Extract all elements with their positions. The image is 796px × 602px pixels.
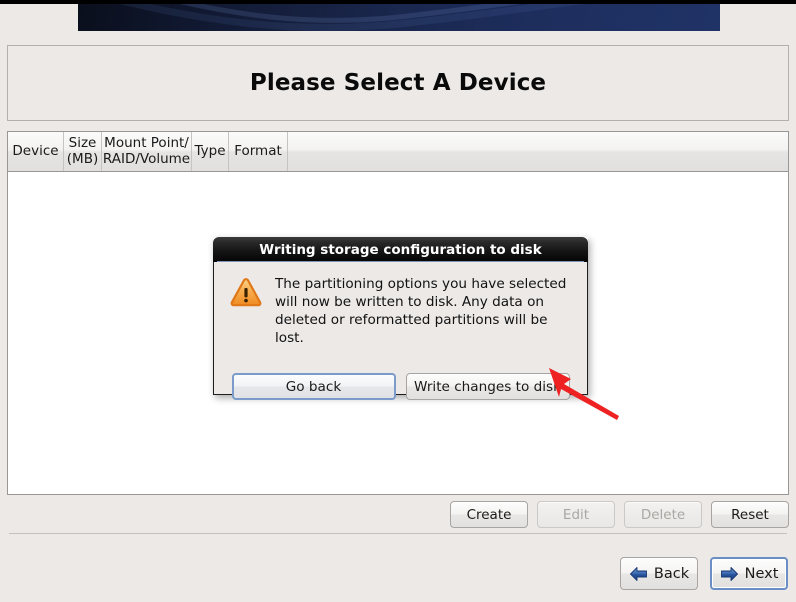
write-changes-to-disk-button[interactable]: Write changes to disk: [405, 373, 570, 400]
create-button[interactable]: Create: [450, 501, 528, 528]
write-changes-dialog: Writing storage configuration to disk Th…: [213, 237, 588, 400]
next-button[interactable]: Next: [710, 557, 788, 590]
page-title-panel: Please Select A Device: [7, 45, 789, 121]
column-header-device[interactable]: Device: [8, 132, 64, 171]
column-header-size[interactable]: Size (MB): [64, 132, 102, 171]
back-button[interactable]: Back: [620, 557, 698, 590]
next-button-label: Next: [744, 565, 779, 582]
banner-swoosh-svg: [119, 4, 584, 31]
column-header-filler: [288, 132, 788, 171]
page-title: Please Select A Device: [249, 70, 547, 96]
installer-banner: [78, 4, 720, 31]
wizard-nav-buttons: Back Next: [0, 557, 796, 591]
go-back-button[interactable]: Go back: [231, 373, 396, 400]
back-button-label: Back: [653, 565, 690, 582]
dialog-message: The partitioning options you have select…: [275, 276, 567, 347]
arrow-left-icon: [629, 566, 647, 581]
dialog-message-row: The partitioning options you have select…: [214, 262, 587, 347]
delete-button: Delete: [624, 501, 702, 528]
warning-triangle-icon: [230, 278, 262, 307]
reset-button[interactable]: Reset: [711, 501, 789, 528]
column-header-type[interactable]: Type: [192, 132, 229, 171]
edit-button: Edit: [537, 501, 615, 528]
dialog-body: The partitioning options you have select…: [213, 262, 588, 400]
table-header-row: Device Size (MB) Mount Point/ RAID/Volum…: [8, 132, 788, 172]
dialog-button-row: Go back Write changes to disk: [214, 373, 587, 400]
column-header-format[interactable]: Format: [229, 132, 288, 171]
arrow-right-icon: [720, 566, 738, 581]
column-header-mount-point[interactable]: Mount Point/ RAID/Volume: [102, 132, 192, 171]
table-action-buttons: Create Edit Delete Reset: [7, 501, 789, 528]
footer-separator: [9, 533, 787, 534]
dialog-title: Writing storage configuration to disk: [259, 241, 542, 258]
dialog-title-bar: Writing storage configuration to disk: [213, 237, 588, 262]
banner-swoosh-decoration: [78, 4, 720, 31]
